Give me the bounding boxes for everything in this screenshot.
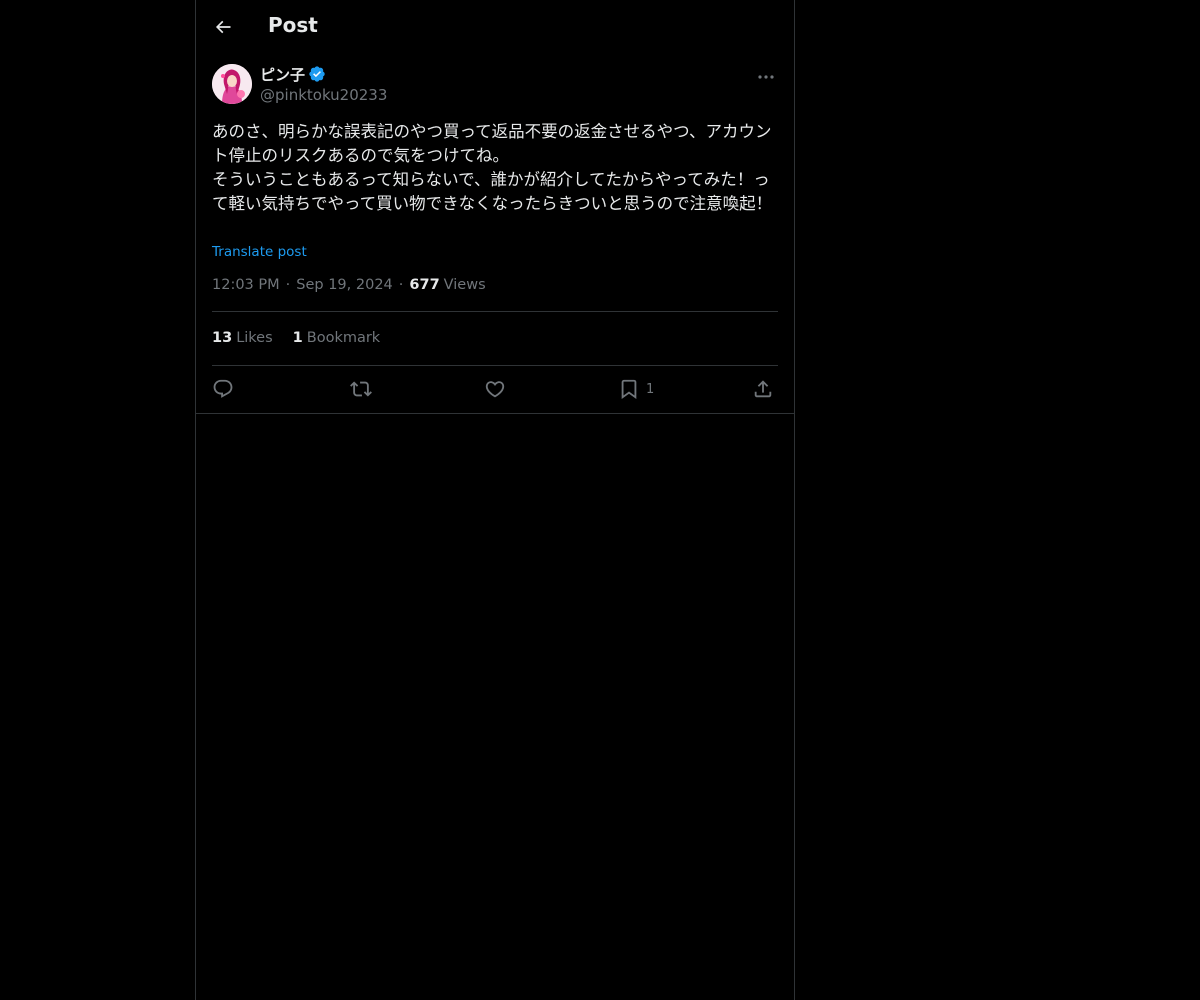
divider [212, 365, 778, 366]
views-label: Views [443, 277, 486, 293]
display-name[interactable]: ピン子 [260, 64, 305, 85]
like-button[interactable] [484, 376, 506, 402]
reply-icon [213, 379, 233, 398]
header: Post [196, 0, 794, 53]
post-meta: 12:03 PM · Sep 19, 2024 · 677 Views [212, 277, 486, 293]
views-count: 677 [409, 277, 440, 293]
repost-icon [350, 381, 372, 397]
more-dots-icon [758, 75, 774, 79]
repost-button[interactable] [350, 376, 372, 402]
bookmarks-count: 1 [292, 330, 303, 346]
avatar[interactable] [212, 64, 252, 104]
display-name-row: ピン子 [260, 64, 387, 84]
separator-dot: · [398, 277, 404, 293]
verified-badge-icon[interactable] [308, 65, 326, 83]
main-column: Post ピン子 @pinktoku20233 あのさ、明らかな誤表記のやつ買っ… [195, 0, 795, 1000]
post-bottom-border [196, 413, 794, 414]
likes-label: Likes [236, 330, 273, 346]
bookmark-button[interactable]: 1 [618, 376, 654, 402]
post-text: あのさ、明らかな誤表記のやつ買って返品不要の返金させるやつ、アカウント停止のリス… [212, 122, 773, 213]
share-button[interactable] [752, 376, 774, 402]
bookmarks-stat[interactable]: 1 Bookmark [293, 330, 381, 346]
page-title: Post [268, 13, 318, 37]
back-button[interactable] [208, 12, 238, 42]
divider [212, 311, 778, 312]
more-options-button[interactable] [754, 66, 778, 86]
bookmarks-label: Bookmark [306, 330, 381, 346]
likes-stat[interactable]: 13 Likes [212, 330, 273, 346]
post-time[interactable]: 12:03 PM [212, 277, 280, 293]
translate-post-link[interactable]: Translate post [212, 244, 307, 260]
handle[interactable]: @pinktoku20233 [260, 86, 387, 104]
back-arrow-icon [215, 20, 231, 34]
heart-icon [485, 381, 505, 398]
bookmark-icon [621, 379, 637, 400]
share-icon [754, 380, 772, 398]
bookmark-count: 1 [646, 381, 655, 397]
engagement-stats: 13 Likes 1 Bookmark [212, 330, 400, 346]
likes-count: 13 [212, 330, 233, 346]
avatar-illustration [212, 64, 252, 104]
author-info: ピン子 @pinktoku20233 [260, 64, 387, 105]
post-date[interactable]: Sep 19, 2024 [296, 277, 393, 293]
reply-button[interactable] [212, 376, 234, 402]
action-bar: 1 [212, 376, 778, 402]
separator-dot: · [285, 277, 291, 293]
